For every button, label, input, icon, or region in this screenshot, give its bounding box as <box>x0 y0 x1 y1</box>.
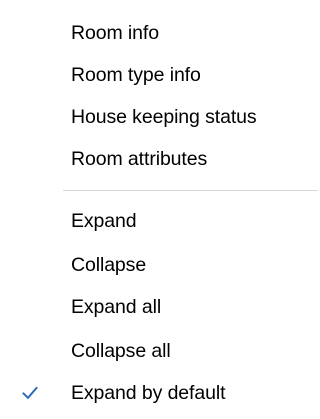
menu-item-room-info[interactable]: Room info <box>0 13 320 53</box>
menu-item-collapse-all[interactable]: Collapse all <box>0 331 320 371</box>
context-menu: Room info Room type info House keeping s… <box>0 0 320 419</box>
menu-item-label: Room type info <box>71 63 201 86</box>
menu-item-room-type-info[interactable]: Room type info <box>0 55 320 95</box>
menu-item-expand-by-default[interactable]: Expand by default <box>0 373 320 413</box>
menu-item-label: House keeping status <box>71 105 257 128</box>
menu-item-label: Expand by default <box>71 381 226 404</box>
menu-item-label: Collapse all <box>71 339 171 362</box>
menu-item-label: Room attributes <box>71 147 208 170</box>
menu-item-house-keeping-status[interactable]: House keeping status <box>0 97 320 137</box>
checkmark-icon <box>22 386 38 400</box>
menu-item-label: Collapse <box>71 253 147 276</box>
menu-item-label: Expand all <box>71 295 162 318</box>
menu-separator <box>63 190 318 191</box>
menu-item-room-attributes[interactable]: Room attributes <box>0 139 320 179</box>
menu-item-expand-all[interactable]: Expand all <box>0 287 320 327</box>
menu-item-collapse[interactable]: Collapse <box>0 245 320 285</box>
menu-item-label: Room info <box>71 21 159 44</box>
menu-item-label: Expand <box>71 209 137 232</box>
menu-item-expand[interactable]: Expand <box>0 201 320 241</box>
